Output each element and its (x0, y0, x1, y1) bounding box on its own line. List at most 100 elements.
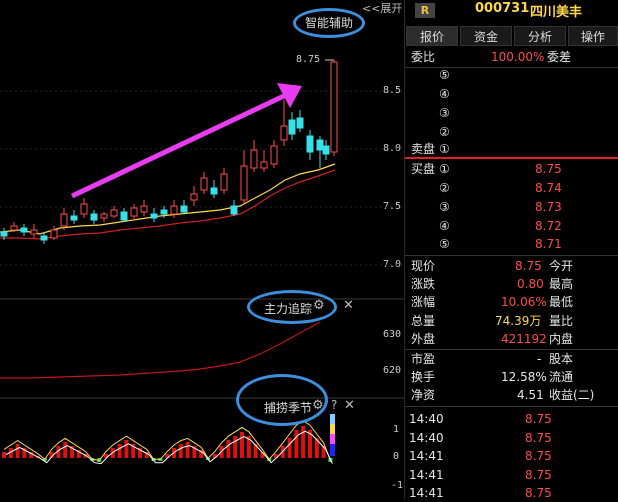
candle-body (288, 119, 296, 135)
kline-chart-area[interactable]: <<展开 智能辅助 8.75 8.5 8.0 7.5 7.0 主力追踪 ⚙ ✕ … (0, 0, 405, 500)
stat-row: 换手 12.58% 流通 (411, 370, 574, 384)
buy-price: 8.74 (535, 181, 562, 195)
candle-body (90, 213, 98, 221)
candle-body (280, 125, 288, 141)
gear-icon[interactable]: ⚙ (313, 298, 325, 313)
candle-body (270, 145, 278, 165)
y-tick-label: 630 (383, 329, 402, 340)
candle-body (200, 177, 208, 191)
candle-body (0, 231, 8, 237)
buy-level-row: ③ 8.73 (439, 200, 562, 214)
sell-level-row: ③ (439, 106, 450, 120)
candle-body (60, 213, 68, 227)
season-marker (330, 424, 335, 434)
y-tick-label: 1 (393, 424, 400, 435)
stock-code: 000731 (475, 1, 530, 16)
stat-row: 涨幅 10.06% 最低 (411, 295, 574, 309)
buy-price: 8.72 (535, 219, 562, 233)
candle-body (190, 193, 198, 201)
season-bar (294, 430, 299, 458)
kline-svg (0, 59, 404, 465)
tick-row: 14:41 8.75 (409, 449, 552, 463)
candle-body (40, 235, 48, 241)
sell-level-row: ② (439, 125, 450, 139)
sell-level-row: ⑤ (439, 68, 450, 82)
gear-icon[interactable]: ⚙ (312, 398, 324, 413)
stat-row: 总量 74.39万 量比 (411, 314, 574, 328)
season-bar (226, 440, 231, 458)
weibi-value: 100.00% (491, 50, 545, 64)
candle-body (330, 61, 338, 153)
y-tick-label: 0 (393, 451, 400, 462)
season-bar (2, 452, 6, 458)
close-icon[interactable]: ✕ (344, 398, 355, 413)
help-icon[interactable]: ? (331, 398, 337, 412)
season-bar (178, 444, 183, 458)
season-bar (185, 442, 190, 458)
candle-body (160, 209, 168, 215)
close-icon[interactable]: ✕ (343, 298, 354, 313)
candle-body (306, 135, 314, 153)
candle-body (230, 205, 238, 215)
candle-body (10, 225, 18, 231)
candle-body (120, 211, 128, 221)
stat-row: 涨跌 0.80 最高 (411, 277, 574, 291)
tick-row: 14:40 8.75 (409, 412, 552, 426)
candle-body (100, 213, 108, 219)
candle-body (210, 187, 218, 195)
weibi-row: 委比 100.00% 委差 (405, 48, 618, 66)
candle-body (220, 173, 228, 191)
candle-body (250, 149, 258, 169)
season-bar (287, 438, 292, 458)
season-bar (15, 444, 20, 458)
candle-body (140, 205, 148, 213)
candle-body (70, 215, 78, 221)
candle-body (50, 229, 58, 239)
tab-funds[interactable]: 资金 (460, 26, 512, 46)
tab-quote[interactable]: 报价 (406, 26, 458, 46)
candle-body (296, 117, 304, 129)
buy-price: 8.71 (535, 237, 562, 251)
stock-badge: R (415, 3, 435, 18)
tick-row: 14:41 8.75 (409, 486, 552, 500)
quote-panel: R 000731 四川美丰 报价 资金 分析 操作 委比 100.00% 委差 … (405, 0, 618, 500)
stat-row: 市盈 - 股本 (411, 352, 574, 366)
season-marker (330, 414, 335, 424)
candle-body (240, 165, 248, 201)
tick-row: 14:41 8.75 (409, 468, 552, 482)
season-bar (124, 440, 129, 458)
candle-body (80, 203, 88, 215)
candle-body (20, 227, 28, 233)
main-force-title[interactable]: 主力追踪 (264, 300, 312, 317)
buy-level-row: ⑤ 8.71 (439, 237, 562, 251)
buy-level-row: ④ 8.72 (439, 219, 562, 233)
candle-body (180, 205, 188, 213)
sell-level-row: ④ (439, 87, 450, 101)
y-tick-label: 620 (383, 365, 402, 376)
tab-operation[interactable]: 操作 (568, 26, 618, 46)
stock-name: 四川美丰 (530, 5, 583, 20)
candle-body (170, 205, 178, 215)
ma-line-yellow (0, 163, 336, 235)
buy-label: 买盘 (411, 162, 436, 176)
weibi-label: 委比 (411, 50, 436, 64)
y-tick-label: -1 (391, 480, 404, 491)
season-bar (233, 436, 238, 458)
tab-analysis[interactable]: 分析 (514, 26, 566, 46)
season-bar (240, 432, 244, 458)
season-bar (117, 444, 122, 458)
stat-row: 净资 4.51 收益(二) (411, 388, 595, 402)
season-title[interactable]: 捕捞季节 (264, 399, 312, 416)
season-marker (330, 444, 335, 456)
candle-body (110, 209, 118, 217)
main-force-line (0, 321, 321, 379)
buy-level-row: 买盘 ① 8.75 (411, 162, 562, 176)
candle-body (130, 207, 138, 217)
buy-price: 8.73 (535, 200, 562, 214)
candle-body (30, 229, 38, 235)
season-bar (63, 442, 68, 458)
buy-level-row: ② 8.74 (439, 181, 562, 195)
season-bar (301, 426, 306, 458)
stat-row: 现价 8.75 今开 (411, 259, 574, 273)
candle-body (150, 213, 158, 219)
